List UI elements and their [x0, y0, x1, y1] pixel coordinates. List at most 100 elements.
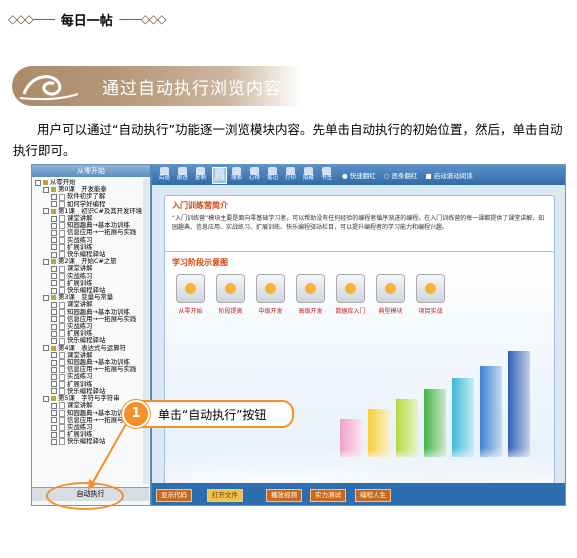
toolbar-label: 心得: [248, 175, 260, 181]
tree-item[interactable]: 快乐编程驿站: [35, 437, 143, 446]
toolbar-button[interactable]: 打印: [284, 167, 297, 182]
expand-icon[interactable]: [51, 374, 57, 381]
stage-step-label: 项目实战: [418, 308, 443, 315]
toolbar-button[interactable]: 心得: [248, 167, 261, 182]
expand-icon[interactable]: [51, 352, 57, 359]
intro-card: 入门训练营简介 “入门训练营”模块主要是面向零基础学习者，可以帮助没有任何经验的…: [164, 195, 555, 257]
expand-icon[interactable]: [43, 208, 49, 215]
expand-icon[interactable]: [51, 438, 57, 445]
expand-icon[interactable]: [51, 273, 57, 280]
expand-icon[interactable]: [51, 230, 57, 237]
expand-icon[interactable]: [51, 359, 57, 366]
expand-icon[interactable]: [51, 417, 57, 424]
stage-step-label: 典型模块: [378, 308, 403, 315]
callout-text: 单击“自动执行”按钮: [158, 408, 267, 422]
expand-icon[interactable]: [51, 302, 57, 309]
stage-step[interactable]: 项目实战: [415, 274, 446, 315]
expand-icon[interactable]: [51, 280, 57, 287]
expand-icon[interactable]: [51, 244, 57, 251]
expand-icon[interactable]: [43, 294, 49, 301]
toolbar-label: 搜索: [230, 175, 242, 181]
expand-icon[interactable]: [43, 395, 49, 402]
expand-icon[interactable]: [51, 424, 57, 431]
bottom-button[interactable]: 编程人生: [355, 489, 391, 502]
stage-step[interactable]: 中级开发: [255, 274, 286, 315]
toolbar-button[interactable]: 搜索: [230, 167, 243, 182]
stage-step[interactable]: 从零开始: [175, 274, 206, 315]
toolbar-button[interactable]: 前进: [176, 167, 189, 182]
expand-icon[interactable]: [51, 410, 57, 417]
stage-step[interactable]: 高级开发: [295, 274, 326, 315]
bottom-button[interactable]: 打开文件: [207, 489, 243, 502]
expand-icon[interactable]: [51, 251, 57, 258]
toolbar-label: 选择: [213, 176, 225, 182]
page-icon: [59, 236, 65, 244]
learning-stage-card: 学习阶段示意图 从零开始 阶段提高 中级开发 高级开发 数据库入门 典型模块 项目实战: [164, 251, 555, 493]
toolbar-icon: [286, 167, 295, 175]
decor-left: ◇◇◇——: [8, 12, 56, 26]
expand-icon[interactable]: [51, 194, 57, 200]
expand-icon[interactable]: [51, 266, 57, 273]
book-icon: [51, 187, 56, 193]
expand-icon[interactable]: [51, 431, 57, 438]
toolbar-button[interactable]: 选择: [212, 167, 227, 184]
page-icon: [59, 243, 65, 251]
page-icon: [59, 351, 65, 359]
student-icon: [296, 274, 325, 303]
stage-step[interactable]: 数据库入门: [335, 274, 366, 315]
decor-right: ——◇◇◇: [118, 12, 167, 26]
page-icon: [59, 402, 65, 410]
tree-item-label: 快乐编程驿站: [67, 437, 106, 446]
page-icon: [59, 330, 65, 338]
expand-icon[interactable]: [51, 287, 57, 294]
student-icon: [216, 274, 245, 303]
page-icon: [59, 438, 65, 446]
expand-icon[interactable]: [51, 323, 57, 330]
toolbar-button[interactable]: 后退: [158, 167, 171, 182]
toolbar-button[interactable]: 隐藏: [302, 167, 315, 182]
read-mode-options: ● 快速翻红 ○ 逐条翻红 ■ 启动滚动阅读: [342, 170, 473, 180]
bottom-button[interactable]: 显示代码: [156, 489, 192, 502]
callout-bubble: 1 单击“自动执行”按钮: [122, 400, 294, 428]
expand-icon[interactable]: [51, 388, 57, 395]
toolbar-button[interactable]: 复制: [194, 167, 207, 182]
page-icon: [59, 193, 65, 201]
toolbar-button[interactable]: 笔记: [266, 167, 279, 182]
stage-step[interactable]: 典型模块: [375, 274, 406, 315]
expand-icon[interactable]: [51, 381, 57, 388]
toolbar-icon: [160, 167, 169, 175]
stage-step[interactable]: 阶段提高: [215, 274, 246, 315]
expand-icon[interactable]: [43, 345, 49, 352]
expand-icon[interactable]: [51, 201, 57, 208]
page-icon: [59, 315, 65, 323]
book-icon: [51, 345, 56, 351]
expand-icon[interactable]: [51, 222, 57, 229]
expand-icon[interactable]: [51, 215, 57, 222]
expand-icon[interactable]: [51, 237, 57, 244]
toolbar-label: 隐藏: [302, 175, 314, 181]
page-icon: [59, 366, 65, 374]
read-mode-option[interactable]: ■ 启动滚动阅读: [426, 170, 473, 180]
toolbar-label: 复制: [194, 175, 206, 181]
expand-icon[interactable]: [43, 186, 49, 193]
stage-bar: [452, 378, 474, 457]
expand-icon[interactable]: [51, 330, 57, 337]
expand-icon[interactable]: [51, 402, 57, 409]
tree-scrollbar[interactable]: [143, 179, 149, 484]
expand-icon[interactable]: [43, 258, 49, 265]
expand-icon[interactable]: [51, 309, 57, 316]
expand-icon[interactable]: [51, 366, 57, 373]
stage-bar: [480, 366, 502, 457]
section-banner: 通过自动执行浏览内容: [12, 66, 302, 106]
read-mode-option[interactable]: ○ 逐条翻红: [384, 170, 418, 180]
expand-icon[interactable]: [35, 179, 41, 186]
bottom-button[interactable]: 实力测试: [310, 489, 346, 502]
expand-icon[interactable]: [51, 338, 57, 345]
read-mode-option[interactable]: ● 快速翻红: [342, 170, 376, 180]
expand-icon[interactable]: [51, 316, 57, 323]
toolbar-button[interactable]: 书签: [320, 167, 333, 182]
stage-step-label: 中级开发: [258, 308, 283, 315]
bottom-button[interactable]: 播放视频: [266, 489, 302, 502]
book-icon: [51, 295, 56, 301]
section-title: 通过自动执行浏览内容: [102, 79, 282, 99]
